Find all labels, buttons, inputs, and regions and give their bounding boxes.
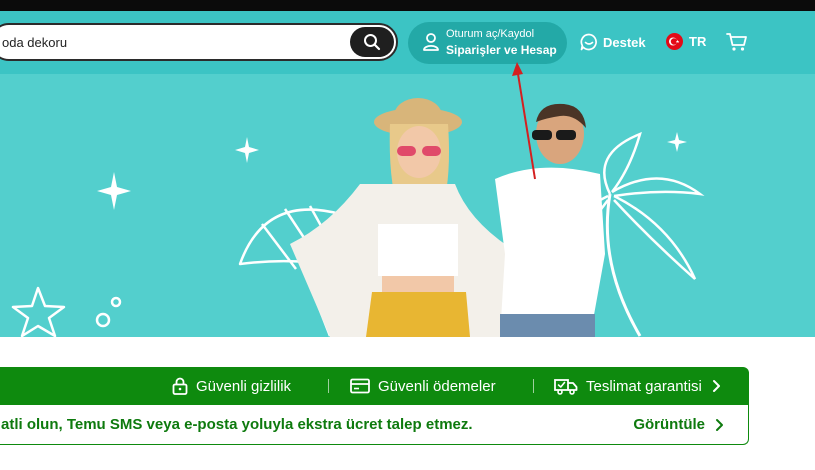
trust-bar: Güvenli gizlilik Güvenli ödemeler Teslim…	[0, 367, 749, 405]
trust-delivery-label: Teslimat garantisi	[586, 377, 702, 395]
search-input[interactable]	[2, 25, 332, 59]
chevron-right-icon	[712, 380, 720, 392]
account-button[interactable]: Oturum aç/Kaydol Siparişler ve Hesap	[408, 22, 567, 64]
trust-item-privacy[interactable]: Güvenli gizlilik	[172, 367, 291, 405]
chat-icon	[580, 33, 597, 51]
cart-button[interactable]	[726, 32, 748, 57]
notice-text: atli olun, Temu SMS veya e-posta yoluyla…	[1, 416, 473, 433]
search-bar	[0, 23, 398, 61]
trust-divider	[533, 379, 534, 393]
top-strip	[0, 0, 815, 11]
account-orders-label: Siparişler ve Hesap	[446, 43, 557, 57]
annotation-arrowhead	[512, 62, 523, 76]
trust-item-payments[interactable]: Güvenli ödemeler	[350, 367, 496, 405]
notice-link-label: Görüntüle	[633, 416, 705, 433]
cart-icon	[726, 33, 747, 51]
account-signin-label: Oturum aç/Kaydol	[446, 28, 535, 40]
chevron-right-icon	[716, 418, 723, 431]
language-label: TR	[689, 34, 707, 49]
lock-icon	[172, 377, 188, 395]
truck-icon	[554, 379, 578, 395]
woman-figure	[290, 98, 520, 337]
user-icon	[423, 33, 439, 51]
header: Oturum aç/Kaydol Siparişler ve Hesap Des…	[0, 11, 815, 74]
trust-divider	[328, 379, 329, 393]
man-figure	[495, 103, 605, 337]
hero-banner[interactable]	[0, 74, 815, 337]
card-icon	[350, 378, 370, 394]
notice-view-link[interactable]: Görüntüle	[633, 416, 724, 433]
hero-illustration	[11, 74, 705, 337]
trust-payments-label: Güvenli ödemeler	[378, 377, 496, 395]
turkey-flag-icon	[666, 33, 683, 50]
page: Oturum aç/Kaydol Siparişler ve Hesap Des…	[0, 0, 815, 470]
trust-privacy-label: Güvenli gizlilik	[196, 377, 292, 395]
language-selector[interactable]: TR	[666, 33, 706, 50]
annotation-arrow	[517, 74, 536, 180]
support-button[interactable]: Destek	[580, 33, 646, 51]
search-icon	[364, 34, 381, 51]
support-label: Destek	[603, 34, 646, 50]
search-button[interactable]	[350, 27, 394, 57]
trust-item-delivery[interactable]: Teslimat garantisi	[554, 367, 721, 405]
security-notice: atli olun, Temu SMS veya e-posta yoluyla…	[0, 405, 749, 445]
